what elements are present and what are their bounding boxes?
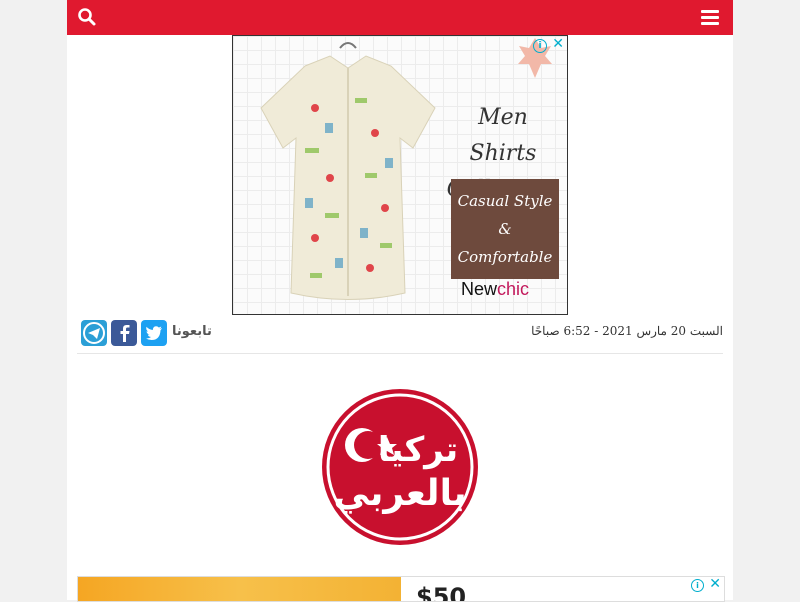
ad-info-icon[interactable]: i xyxy=(533,39,547,53)
ad-bottom-text: $50 xyxy=(416,583,467,602)
twitter-icon[interactable] xyxy=(141,320,167,346)
follow-us-label: تابعونا xyxy=(172,324,212,339)
shirt-product-image xyxy=(260,42,436,300)
advertisement-banner-bottom[interactable]: $50 i ✕ xyxy=(77,576,725,602)
ad-tagline-box: Casual Style & Comfortable xyxy=(451,179,559,279)
ad-box-line2: & xyxy=(498,220,512,238)
ad-box-line1: Casual Style xyxy=(457,192,553,210)
logo-line2: بالعربي xyxy=(333,473,466,514)
top-navigation-bar xyxy=(67,0,733,35)
hamburger-menu-icon[interactable] xyxy=(701,10,719,25)
ad-title-line1: Men Shirts xyxy=(469,105,537,166)
ad-box-line3: Comfortable xyxy=(457,248,553,266)
ad-close-icon[interactable]: ✕ xyxy=(709,577,721,592)
ad-close-icon[interactable]: ✕ xyxy=(552,36,564,52)
page-content: Men Shirts Collection Casual Style & Com… xyxy=(67,35,733,602)
ad-brand-part1: New xyxy=(461,279,498,299)
logo-line1: تركيا xyxy=(378,430,458,470)
current-date: السبت 20 مارس 2021 - 6:52 صباحًا xyxy=(531,324,723,338)
ad-bottom-image xyxy=(78,577,401,601)
ad-info-icon[interactable]: i xyxy=(691,579,704,592)
ad-brand-part2: chic xyxy=(497,279,530,299)
telegram-icon[interactable] xyxy=(81,320,107,346)
facebook-icon[interactable] xyxy=(111,320,137,346)
date-follow-row: تابعونا السبت 20 مارس 2021 - 6:52 صباحًا xyxy=(77,313,723,354)
site-logo[interactable]: تركيا بالعربي xyxy=(320,387,480,547)
search-icon[interactable] xyxy=(77,7,97,27)
advertisement-banner[interactable]: Men Shirts Collection Casual Style & Com… xyxy=(232,35,568,315)
ad-brand-logo: Newchic xyxy=(461,279,529,300)
